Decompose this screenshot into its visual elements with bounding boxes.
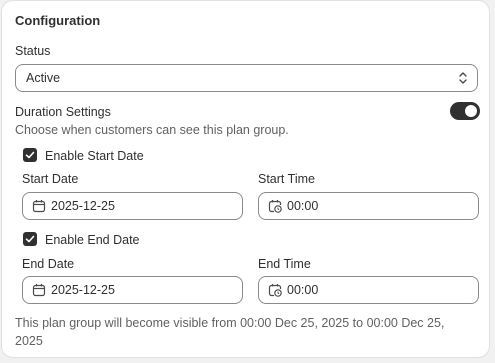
configuration-card: Configuration Status Active Duration Set…	[1, 0, 490, 358]
end-date-label: End Date	[22, 257, 75, 271]
calendar-icon	[32, 200, 46, 213]
calendar-clock-icon	[268, 284, 282, 297]
section-title: Configuration	[15, 13, 101, 28]
start-time-field[interactable]: 00:00	[258, 192, 479, 220]
enable-start-date-label: Enable Start Date	[45, 149, 144, 163]
duration-settings-help: Choose when customers can see this plan …	[15, 123, 289, 137]
enable-end-date-checkbox[interactable]	[23, 232, 37, 246]
checkmark-icon	[25, 151, 35, 159]
end-date-value: 2025-12-25	[51, 283, 115, 297]
start-time-label: Start Time	[258, 172, 315, 186]
calendar-clock-icon	[268, 200, 282, 213]
start-date-value: 2025-12-25	[51, 199, 115, 213]
status-select[interactable]: Active	[15, 64, 478, 92]
status-select-value: Active	[26, 71, 61, 85]
status-label: Status	[15, 44, 51, 58]
checkmark-icon	[25, 235, 35, 243]
start-time-value: 00:00	[287, 199, 319, 213]
start-date-label: Start Date	[22, 172, 79, 186]
start-date-field[interactable]: 2025-12-25	[22, 192, 243, 220]
duration-toggle[interactable]	[450, 102, 480, 120]
end-date-field[interactable]: 2025-12-25	[22, 276, 243, 304]
end-time-field[interactable]: 00:00	[258, 276, 479, 304]
chevron-up-down-icon	[459, 72, 467, 84]
end-time-label: End Time	[258, 257, 311, 271]
end-time-value: 00:00	[287, 283, 319, 297]
enable-start-date-checkbox[interactable]	[23, 148, 37, 162]
toggle-knob	[465, 105, 477, 117]
visibility-summary: This plan group will become visible from…	[15, 316, 445, 348]
enable-end-date-label: Enable End Date	[45, 233, 140, 247]
calendar-icon	[32, 284, 46, 297]
duration-settings-title: Duration Settings	[15, 105, 111, 119]
